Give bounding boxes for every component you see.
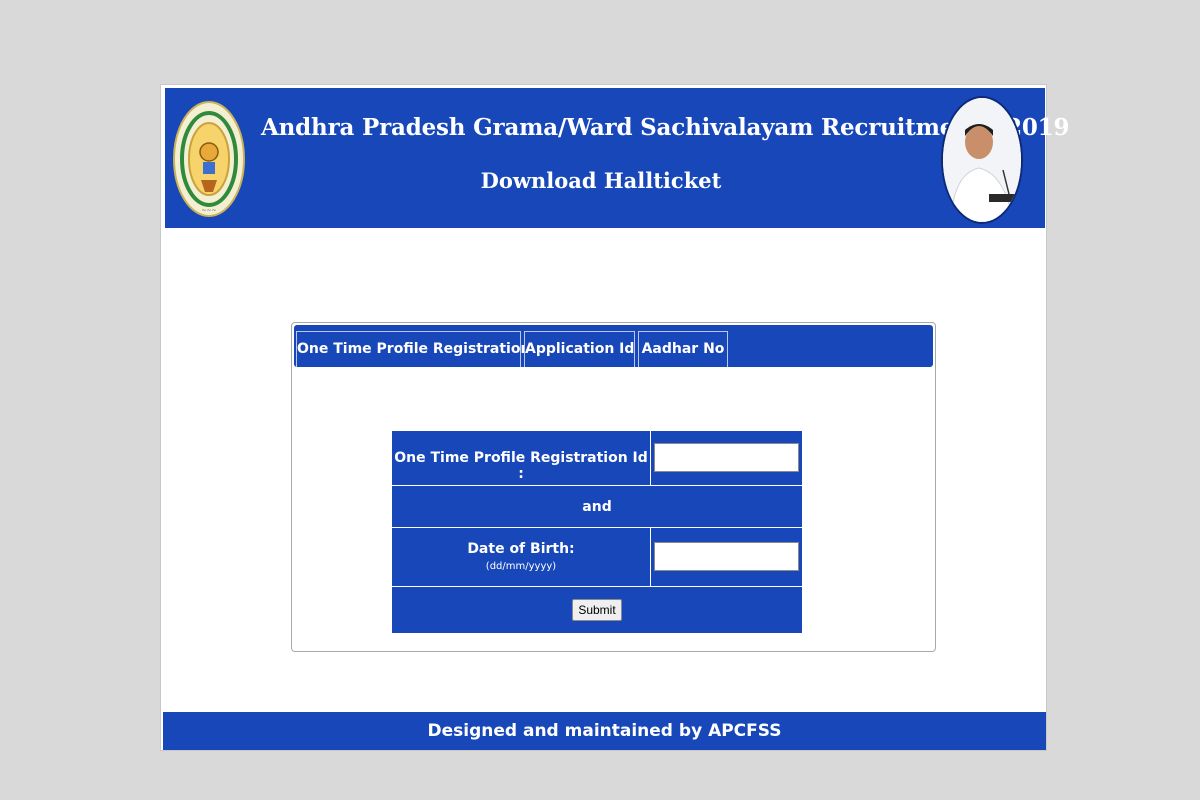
portrait-photo <box>941 96 1023 224</box>
registration-id-label: One Time Profile Registration Id : <box>394 450 648 482</box>
ap-state-emblem-icon: ~~~ <box>173 100 245 218</box>
and-label: and <box>582 499 612 515</box>
hallticket-form: One Time Profile Registration Id : and D… <box>392 431 802 633</box>
submit-row: Submit <box>392 587 802 633</box>
and-row: and <box>392 486 802 528</box>
tab-aadhar-no[interactable]: Aadhar No <box>638 331 728 367</box>
column-divider <box>650 528 651 586</box>
submit-button[interactable]: Submit <box>572 599 622 621</box>
tab-application-id[interactable]: Application Id <box>524 331 635 367</box>
registration-id-input[interactable] <box>654 443 799 472</box>
date-format-hint: (dd/mm/yyyy) <box>485 561 557 572</box>
tab-bar: One Time Profile Registration Id Applica… <box>294 325 933 367</box>
page-subtitle: Download Hallticket <box>480 168 722 193</box>
hallticket-panel: One Time Profile Registration Id Applica… <box>291 322 936 652</box>
page-title: Andhra Pradesh Grama/Ward Sachivalayam R… <box>261 114 1070 141</box>
date-of-birth-row: Date of Birth: (dd/mm/yyyy) <box>392 528 802 587</box>
tab-one-time-profile-registration-id[interactable]: One Time Profile Registration Id <box>296 331 551 367</box>
column-divider <box>650 431 651 485</box>
date-of-birth-input[interactable] <box>654 542 799 571</box>
registration-id-row: One Time Profile Registration Id : <box>392 431 802 486</box>
date-of-birth-label-group: Date of Birth: (dd/mm/yyyy) <box>392 541 650 572</box>
date-of-birth-label: Date of Birth: <box>467 541 575 557</box>
svg-text:~~~: ~~~ <box>201 207 216 214</box>
page-container: ~~~ Andhra Pradesh Grama/Ward Sachivalay… <box>160 84 1070 751</box>
footer-credit: Designed and maintained by APCFSS <box>163 712 1046 750</box>
header-banner: ~~~ Andhra Pradesh Grama/Ward Sachivalay… <box>165 88 1070 228</box>
